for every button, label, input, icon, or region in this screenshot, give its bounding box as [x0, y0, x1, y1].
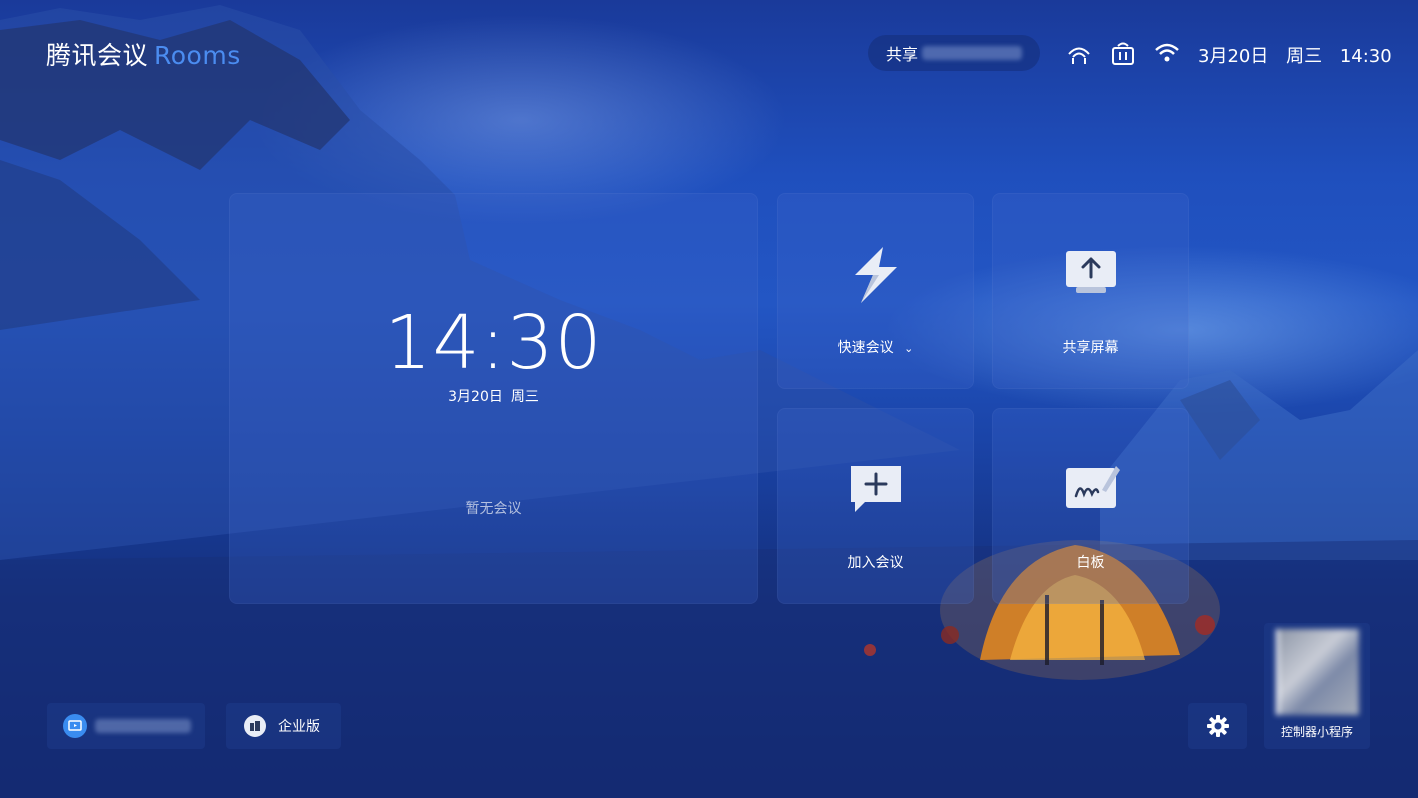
whiteboard-tile[interactable]: 白板 [992, 408, 1189, 604]
share-screen-tile[interactable]: 共享屏幕 [992, 193, 1189, 389]
controller-label: 控制器小程序 [1280, 725, 1353, 739]
share-code-pill[interactable]: 共享 [868, 35, 1040, 71]
share-screen-label: 共享屏幕 [1062, 340, 1119, 356]
whiteboard-icon [1065, 466, 1120, 508]
main-date-weekday: 周三 [510, 389, 539, 405]
app-logo: 腾讯会议 Rooms [46, 36, 241, 72]
app-title-suffix: Rooms [154, 41, 241, 70]
cast-signal-icon [1068, 47, 1090, 64]
no-meeting-text: 暂无会议 [465, 501, 522, 517]
whiteboard-label: 白板 [1076, 555, 1105, 571]
controller-miniprogram-card[interactable]: 控制器小程序 [1264, 623, 1370, 749]
room-name-button[interactable] [47, 703, 205, 749]
wifi-icon [1155, 43, 1179, 62]
join-meeting-tile[interactable]: 加入会议 [777, 408, 974, 604]
enterprise-button[interactable]: 企业版 [226, 703, 341, 749]
settings-button[interactable] [1188, 703, 1247, 749]
share-code-redacted [922, 46, 1023, 60]
join-meeting-icon [850, 466, 901, 512]
enterprise-icon [244, 715, 266, 737]
header-date: 3月20日 [1198, 46, 1269, 67]
room-name-redacted [95, 719, 191, 733]
chevron-down-icon[interactable]: ⌄ [904, 342, 913, 355]
main-date-day: 3月20日 [448, 389, 503, 405]
device-sync-icon [1112, 42, 1134, 65]
share-label: 共享 [886, 45, 919, 64]
enterprise-label: 企业版 [278, 719, 320, 735]
room-screen-icon [63, 714, 87, 738]
gear-icon [1206, 715, 1229, 737]
join-meeting-label: 加入会议 [847, 555, 904, 571]
main-clock: 14:30 [384, 300, 603, 386]
lightning-icon [854, 247, 897, 303]
main-date: 3月20日 周三 [229, 386, 758, 406]
share-screen-icon [1065, 251, 1116, 293]
header-weekday: 周三 [1286, 46, 1323, 67]
quick-meeting-label: 快速会议 ⌄ [837, 340, 914, 356]
qr-code-redacted [1275, 629, 1359, 715]
app-title: 腾讯会议 [46, 41, 149, 70]
header-time: 14:30 [1339, 46, 1392, 67]
header-datetime: 3月20日 周三 14:30 [1198, 42, 1404, 68]
quick-meeting-tile[interactable]: 快速会议 ⌄ [777, 193, 974, 389]
